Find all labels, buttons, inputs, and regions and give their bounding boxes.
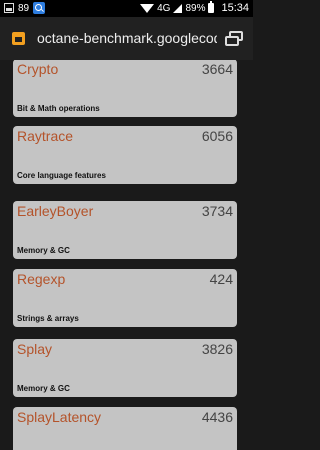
benchmark-score: 6056 — [201, 128, 233, 144]
browser-toolbar: octane-benchmark.googlecode — [0, 17, 253, 60]
benchmark-name: Crypto — [17, 61, 59, 77]
search-notification-icon — [33, 2, 46, 14]
wifi-icon — [140, 3, 155, 13]
benchmark-score: 424 — [209, 271, 233, 287]
battery-icon — [208, 1, 215, 13]
result-card-crypto[interactable]: Crypto 3664 Bit & Math operations — [13, 60, 237, 117]
gallery-notification-icon — [4, 3, 14, 13]
tabs-switcher-icon[interactable] — [225, 31, 244, 47]
status-bar: 89 4G 89% 15:34 — [0, 0, 253, 17]
site-favicon-icon — [12, 32, 25, 45]
benchmark-score: 3826 — [201, 341, 233, 357]
url-bar[interactable]: octane-benchmark.googlecode — [37, 30, 217, 46]
benchmark-score: 3664 — [201, 61, 233, 77]
benchmark-score: 3734 — [201, 203, 233, 219]
result-card-splay[interactable]: Splay 3826 Memory & GC — [13, 339, 237, 397]
benchmark-name: Regexp — [17, 271, 66, 287]
benchmark-name: EarleyBoyer — [17, 203, 94, 219]
result-card-regexp[interactable]: Regexp 424 Strings & arrays — [13, 269, 237, 327]
benchmark-description: Memory & GC — [17, 384, 70, 393]
benchmark-description: Strings & arrays — [17, 314, 79, 323]
benchmark-score: 4436 — [201, 409, 233, 425]
benchmark-results: Crypto 3664 Bit & Math operations Raytra… — [0, 60, 253, 450]
network-type: 4G — [157, 2, 171, 14]
benchmark-name: SplayLatency — [17, 409, 102, 425]
benchmark-description: Core language features — [17, 171, 106, 180]
signal-icon — [173, 3, 183, 13]
result-card-earleyboyer[interactable]: EarleyBoyer 3734 Memory & GC — [13, 201, 237, 259]
result-card-raytrace[interactable]: Raytrace 6056 Core language features — [13, 126, 237, 184]
benchmark-description: Bit & Math operations — [17, 104, 100, 113]
notification-count: 89 — [18, 2, 30, 14]
benchmark-name: Splay — [17, 341, 53, 357]
benchmark-description: Memory & GC — [17, 246, 70, 255]
clock: 15:34 — [221, 2, 249, 14]
result-card-splaylatency[interactable]: SplayLatency 4436 — [13, 407, 237, 450]
benchmark-name: Raytrace — [17, 128, 74, 144]
battery-percent: 89% — [185, 2, 206, 14]
